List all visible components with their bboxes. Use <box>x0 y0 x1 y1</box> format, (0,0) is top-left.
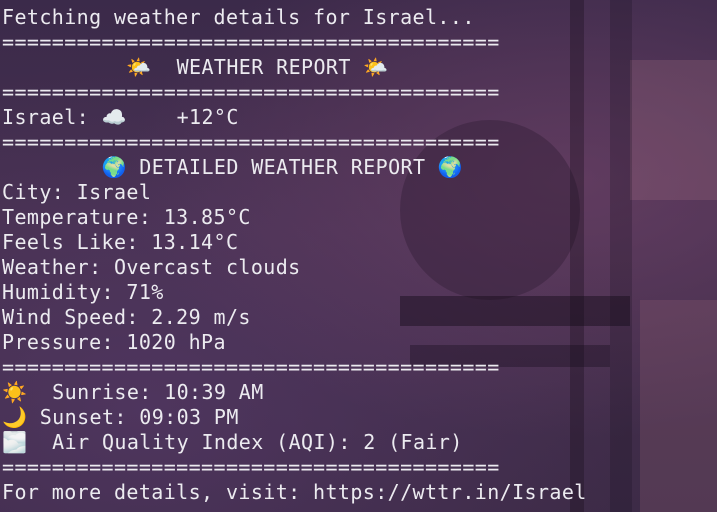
feels-like-line: Feels Like: 13.14°C <box>2 230 239 254</box>
terminal-output[interactable]: Fetching weather details for Israel... =… <box>2 5 715 510</box>
details-link-line: For more details, visit: https://wttr.in… <box>2 480 587 504</box>
detailed-report-title: 🌍 DETAILED WEATHER REPORT 🌍 <box>2 155 464 179</box>
air-quality-line: 🌫️ Air Quality Index (AQI): 2 (Fair) <box>2 430 463 454</box>
separator-line: ======================================== <box>2 455 500 479</box>
humidity-line: Humidity: 71% <box>2 280 164 304</box>
wind-speed-line: Wind Speed: 2.29 m/s <box>2 305 251 329</box>
city-line: City: Israel <box>2 180 152 204</box>
separator-line: ======================================== <box>2 130 500 154</box>
pressure-line: Pressure: 1020 hPa <box>2 330 226 354</box>
separator-line: ======================================== <box>2 30 500 54</box>
summary-line: Israel: ☁️ +12°C <box>2 105 239 129</box>
weather-condition-line: Weather: Overcast clouds <box>2 255 301 279</box>
status-line: Fetching weather details for Israel... <box>2 5 475 29</box>
sunrise-line: ☀️ Sunrise: 10:39 AM <box>2 380 264 404</box>
report-title: 🌤️ WEATHER REPORT 🌤️ <box>2 55 389 79</box>
separator-line: ======================================== <box>2 355 500 379</box>
separator-line: ======================================== <box>2 80 500 104</box>
temperature-line: Temperature: 13.85°C <box>2 205 251 229</box>
sunset-line: 🌙 Sunset: 09:03 PM <box>2 405 239 429</box>
